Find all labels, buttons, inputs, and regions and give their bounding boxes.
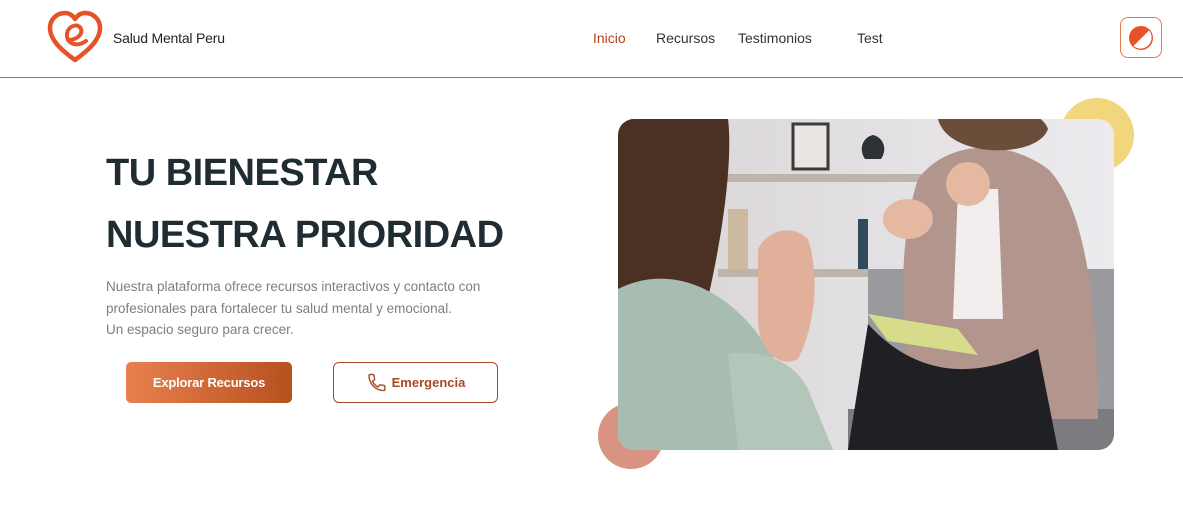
hero-description-line: Un espacio seguro para crecer. [106, 322, 294, 337]
hero-description-line: profesionales para fortalecer tu salud m… [106, 300, 452, 316]
nav-link-inicio[interactable]: Inicio [593, 30, 626, 46]
theme-toggle-button[interactable] [1120, 17, 1162, 58]
hero-title-line-1: TU BIENESTAR [106, 152, 378, 194]
nav-link-test[interactable]: Test [857, 30, 883, 46]
hero-description: Nuestra plataforma ofrece recursos inter… [106, 276, 526, 341]
brand-name: Salud Mental Peru [113, 30, 225, 46]
heart-logo-icon[interactable] [46, 10, 104, 64]
emergency-button[interactable]: Emergencia [333, 362, 498, 403]
nav-link-recursos[interactable]: Recursos [656, 30, 715, 46]
contrast-icon [1129, 25, 1153, 50]
emergency-button-label: Emergencia [391, 375, 466, 390]
hero-title-line-2: NUESTRA PRIORIDAD [106, 214, 504, 256]
hero-description-line: Nuestra plataforma ofrece recursos inter… [106, 279, 481, 294]
phone-icon [367, 373, 386, 391]
explore-resources-button[interactable]: Explorar Recursos [126, 362, 292, 403]
navbar: Salud Mental Peru Inicio Recursos Testim… [0, 0, 1183, 78]
nav-link-testimonios[interactable]: Testimonios [738, 30, 812, 46]
therapy-session-photo [618, 119, 1114, 450]
